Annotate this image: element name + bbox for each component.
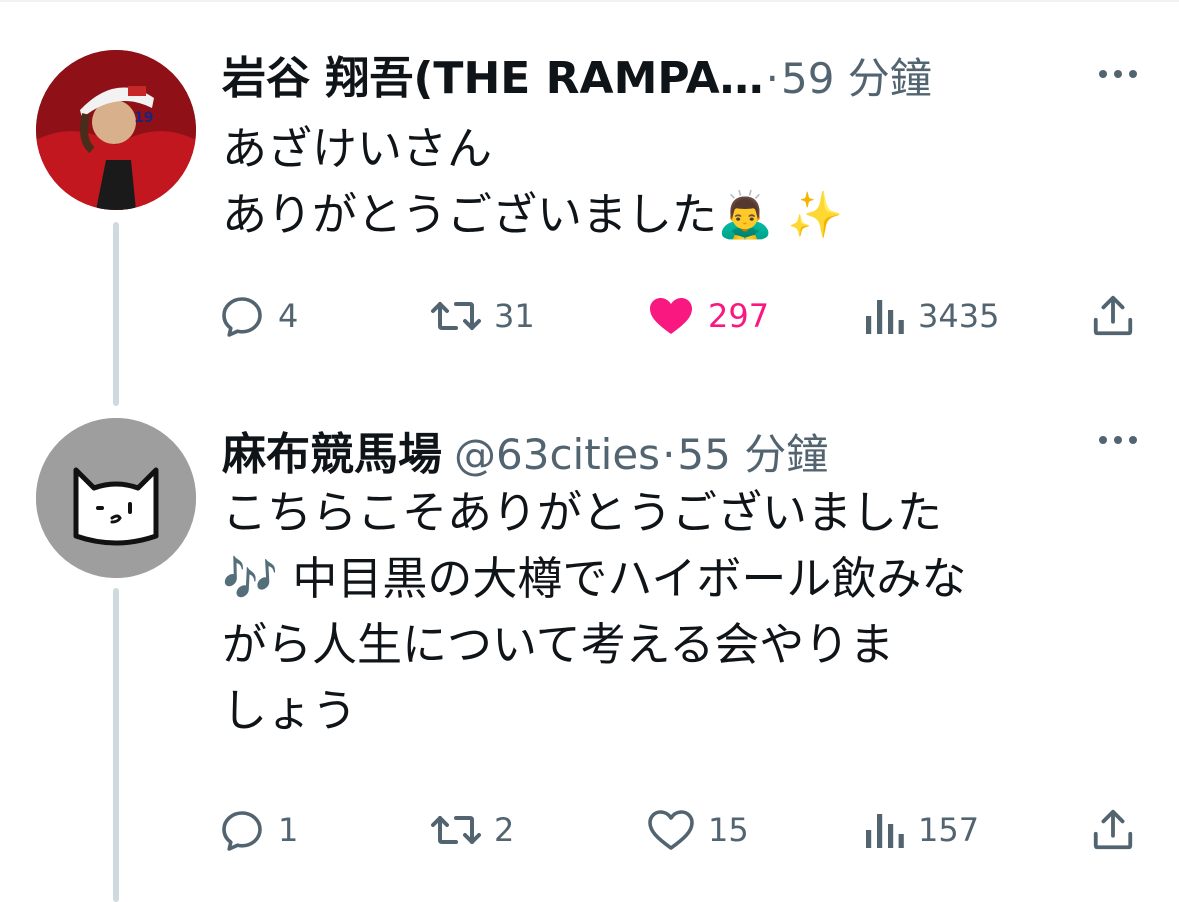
cat-avatar-art: [36, 418, 196, 578]
tweet[interactable]: 19 岩谷 翔吾(THE RAMPA… · 59 分鐘 あざけいさん ありがとう…: [0, 0, 1179, 420]
avatar[interactable]: [36, 418, 196, 578]
svg-text:19: 19: [134, 110, 153, 126]
tweet-header: 麻布競馬場 @63cities · 55 分鐘: [222, 418, 828, 480]
reply-button[interactable]: 4: [218, 288, 298, 344]
like-button[interactable]: 297: [646, 288, 769, 344]
views-icon: [866, 814, 904, 848]
tweet-text: こちらこそありがとうございました 🎶 中目黒の大樽でハイボール飲みな がら人生に…: [222, 480, 1122, 744]
like-count: 15: [708, 811, 749, 849]
handle[interactable]: @63cities: [454, 430, 660, 479]
tweet-text: あざけいさん ありがとうございました🙇‍♂️ ✨: [222, 116, 1122, 248]
retweet-count: 2: [494, 811, 515, 849]
tweet-text-line: しょう: [222, 684, 358, 737]
heart-icon: [650, 298, 692, 334]
retweet-button[interactable]: 31: [430, 288, 535, 344]
reply-icon: [222, 297, 262, 337]
reply-count: 4: [278, 297, 299, 335]
tweet-text-line: 🎶 中目黒の大樽でハイボール飲みな: [222, 552, 967, 605]
retweet-icon: [431, 816, 481, 844]
heart-icon: [648, 810, 694, 850]
separator-dot: ·: [662, 430, 676, 479]
views-count: 157: [918, 811, 980, 849]
thread-line: [113, 588, 119, 902]
separator-dot: ·: [765, 54, 779, 103]
tweet[interactable]: 麻布競馬場 @63cities · 55 分鐘 こちらこそありがとうございました…: [0, 418, 1179, 902]
reply-count: 1: [278, 811, 299, 849]
reply-icon: [222, 811, 262, 851]
more-icon[interactable]: [1098, 432, 1138, 446]
reply-button[interactable]: 1: [218, 802, 298, 858]
tweet-text-line: ありがとうございました🙇‍♂️ ✨: [222, 188, 844, 241]
like-count: 297: [708, 297, 770, 335]
views-button[interactable]: 3435: [862, 288, 999, 344]
retweet-icon: [431, 302, 481, 330]
action-bar: 4 31 297 3435: [218, 288, 1148, 344]
views-button[interactable]: 157: [862, 802, 979, 858]
views-count: 3435: [918, 297, 1000, 335]
tweet-text-line: こちらこそありがとうございました: [222, 486, 943, 539]
like-button[interactable]: 15: [646, 802, 749, 858]
tweet-header: 岩谷 翔吾(THE RAMPA… · 59 分鐘: [222, 42, 932, 104]
tweet-text-line: がら人生について考える会やりま: [222, 618, 895, 671]
share-icon: [1093, 809, 1133, 850]
action-bar: 1 2 15 157: [218, 802, 1148, 858]
avatar[interactable]: 19: [36, 50, 196, 210]
retweet-button[interactable]: 2: [430, 802, 514, 858]
display-name[interactable]: 岩谷 翔吾(THE RAMPA…: [222, 42, 764, 106]
thread-line: [113, 222, 119, 406]
share-button[interactable]: [1090, 802, 1136, 858]
views-icon: [866, 300, 904, 334]
display-name[interactable]: 麻布競馬場: [222, 418, 442, 482]
retweet-count: 31: [494, 297, 535, 335]
share-button[interactable]: [1090, 288, 1136, 344]
tweet-text-line: あざけいさん: [222, 122, 493, 175]
share-icon: [1093, 295, 1133, 336]
photo-avatar-art: 19: [36, 50, 196, 210]
timestamp[interactable]: 59 分鐘: [781, 45, 932, 106]
more-icon[interactable]: [1098, 66, 1138, 80]
timestamp[interactable]: 55 分鐘: [677, 421, 828, 482]
